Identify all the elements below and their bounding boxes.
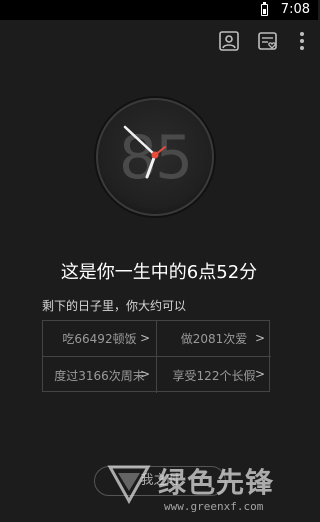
action-bar <box>0 20 318 64</box>
status-time: 7:08 <box>280 2 310 17</box>
cell-label: 吃66492顿饭 <box>62 332 137 346</box>
clock-hands <box>123 125 166 179</box>
cell-label: 度过3166次周末 <box>54 368 145 383</box>
chevron-right-icon: > <box>139 367 150 381</box>
stat-cell-love[interactable]: 做2081次爱 > <box>157 321 271 357</box>
cell-label: 做2081次爱 <box>180 332 248 346</box>
profile-button[interactable] <box>218 30 240 52</box>
watermark-url: www.greenxf.com <box>164 500 264 513</box>
subtitle: 剩下的日子里，你大约可以 <box>42 299 187 313</box>
chevron-right-icon: > <box>139 331 150 345</box>
status-bar: 7:08 <box>0 0 318 20</box>
headline: 这是你一生中的6点52分 <box>60 262 258 283</box>
clock: 85 <box>93 95 217 219</box>
battery-icon <box>261 2 268 16</box>
cell-label: 享受122个长假 <box>172 368 256 383</box>
stat-cell-weekends[interactable]: 度过3166次周末 > <box>43 357 157 393</box>
profile-icon <box>219 31 239 51</box>
bottom-button[interactable]: 我之时 <box>94 466 226 496</box>
minute-hand <box>123 125 157 157</box>
calendar-button[interactable] <box>257 30 279 52</box>
more-vert-icon <box>300 32 304 50</box>
hour-hand <box>145 153 157 179</box>
stat-cell-meals[interactable]: 吃66492顿饭 > <box>43 321 157 357</box>
more-options-button[interactable] <box>294 30 310 52</box>
chevron-right-icon: > <box>254 367 265 381</box>
stat-cell-holidays[interactable]: 享受122个长假 > <box>157 357 271 393</box>
clock-center <box>151 151 159 159</box>
chevron-right-icon: > <box>254 331 265 345</box>
calendar-heart-icon <box>258 32 277 50</box>
stats-grid: 吃66492顿饭 > 做2081次爱 > 度过3166次周末 > 享受122个长… <box>42 320 271 393</box>
